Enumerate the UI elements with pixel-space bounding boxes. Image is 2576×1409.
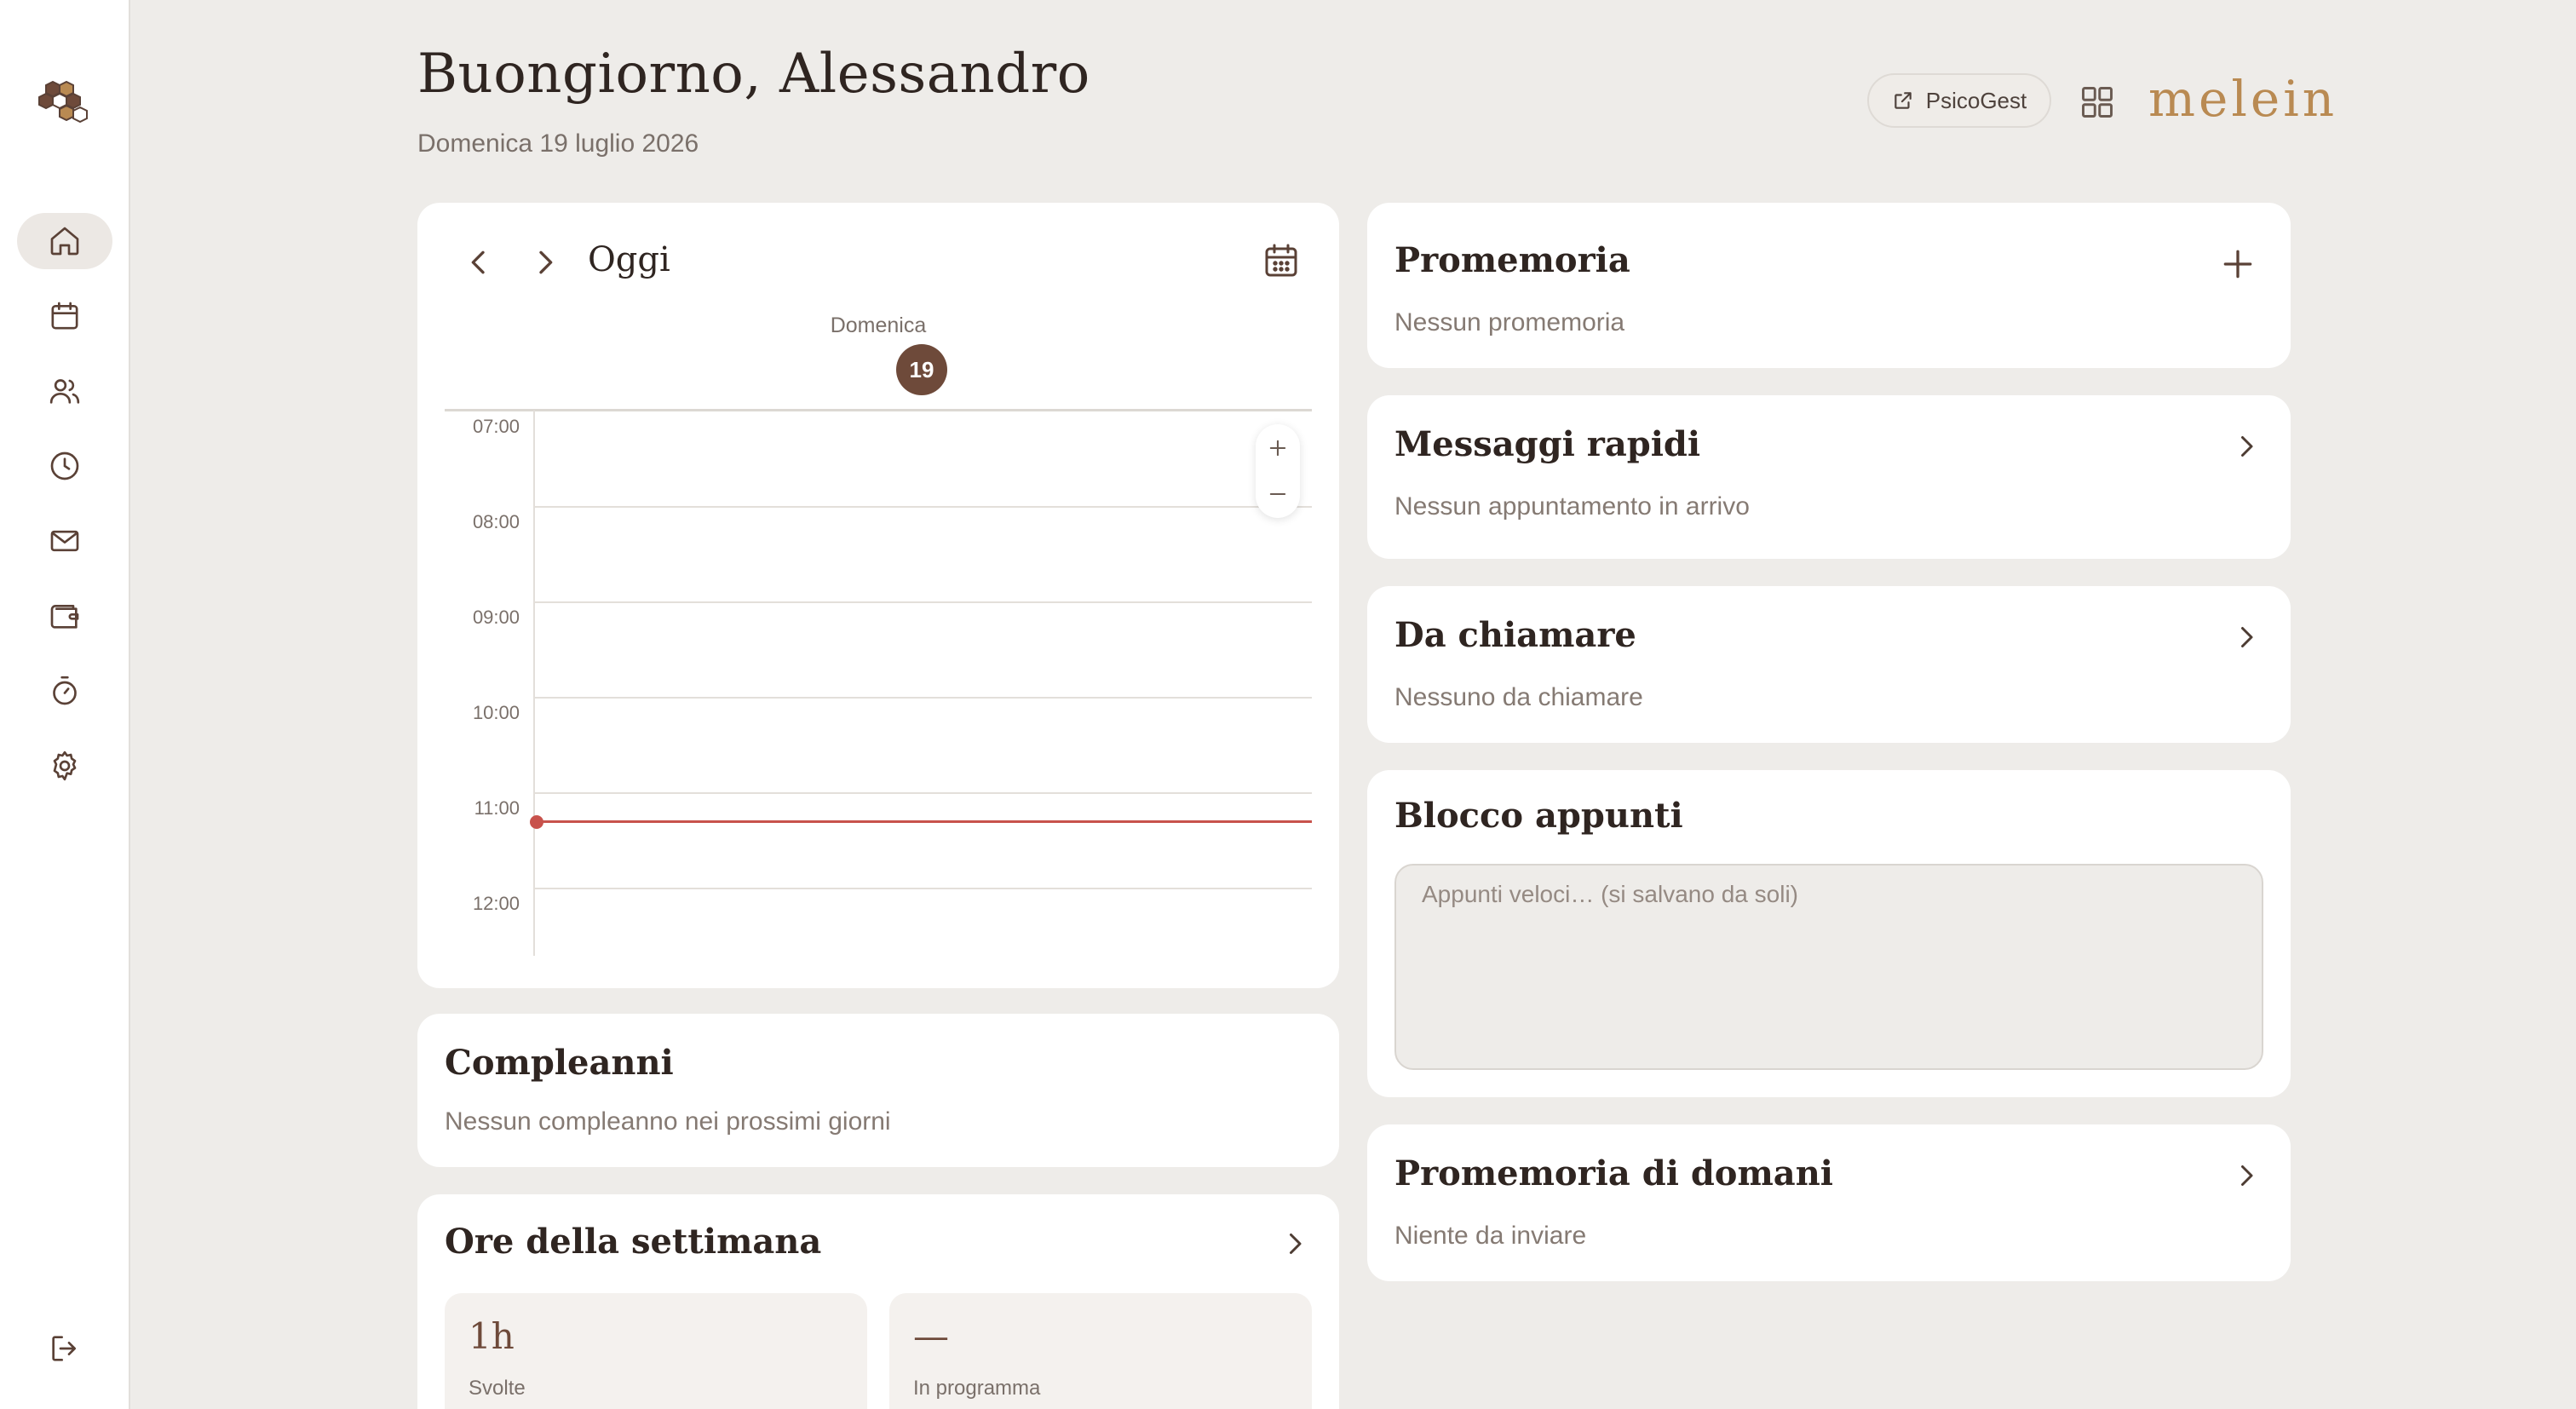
hour-gridline [533, 601, 1312, 603]
stat-scheduled: — In programma [889, 1293, 1312, 1409]
notepad-title: Blocco appunti [1394, 796, 1683, 836]
logout-button[interactable] [17, 1320, 112, 1377]
plus-icon [1269, 440, 1286, 457]
notepad-textarea[interactable] [1394, 864, 2263, 1070]
gear-icon [53, 751, 77, 781]
chevron-right-icon[interactable] [1279, 1228, 1310, 1259]
external-link-icon [1895, 92, 1912, 109]
sidebar-item-messages[interactable] [17, 513, 112, 569]
birthdays-title: Compleanni [445, 1043, 674, 1083]
timer-icon [53, 676, 77, 705]
sidebar-item-calendar[interactable] [17, 288, 112, 344]
to-call-title: Da chiamare [1394, 615, 1636, 655]
clock-icon [50, 451, 79, 480]
today-button[interactable]: Oggi [588, 240, 670, 279]
hour-label: 07:00 [472, 416, 520, 437]
week-hours-title: Ore della settimana [445, 1222, 822, 1262]
sidebar-item-hours[interactable] [17, 438, 112, 494]
stat-completed: 1h Svolte [445, 1293, 867, 1409]
stat-value: 1h [469, 1315, 515, 1357]
week-hours-card[interactable]: Ore della settimana 1h Svolte — In progr… [417, 1194, 1339, 1409]
zoom-control [1256, 424, 1300, 518]
hour-gridline [533, 506, 1312, 508]
chevron-right-icon[interactable] [2231, 431, 2262, 462]
day-calendar-card: Oggi Domenica 19 07:00 08:00 09:00 10:00… [417, 203, 1339, 988]
sidebar-item-timer[interactable] [17, 663, 112, 719]
logout-icon [52, 1336, 76, 1361]
minus-icon [1269, 492, 1286, 496]
reminders-title: Promemoria [1394, 240, 1630, 280]
stat-value: — [913, 1315, 949, 1357]
mail-icon [50, 530, 79, 552]
quick-messages-title: Messaggi rapidi [1394, 424, 1701, 464]
stat-label: Svolte [469, 1377, 526, 1400]
time-axis-divider [533, 411, 535, 956]
zoom-in-button[interactable] [1256, 426, 1300, 470]
wallet-icon [50, 605, 79, 629]
chevron-left-icon[interactable] [462, 245, 496, 279]
calendar-header-divider [445, 409, 1312, 411]
home-icon [50, 227, 79, 256]
sidebar-item-settings[interactable] [17, 738, 112, 794]
current-date: Domenica 19 luglio 2026 [417, 129, 699, 158]
hour-label: 10:00 [472, 702, 520, 723]
day-name: Domenica [830, 313, 927, 337]
current-time-line [537, 820, 1312, 823]
sidebar-item-home[interactable] [17, 213, 112, 269]
reminders-card: Promemoria Nessun promemoria [1367, 203, 2291, 368]
zoom-out-button[interactable] [1256, 472, 1300, 516]
tomorrow-reminders-empty-text: Niente da inviare [1394, 1222, 1587, 1250]
chevron-right-icon[interactable] [2231, 1160, 2262, 1191]
tomorrow-reminders-title: Promemoria di domani [1394, 1153, 1833, 1193]
reminders-empty-text: Nessun promemoria [1394, 308, 1625, 336]
page-title: Buongiorno, Alessandro [417, 43, 1090, 106]
hour-gridline [533, 888, 1312, 889]
sidebar [0, 0, 130, 1409]
psicogest-label: PsicoGest [1925, 87, 2027, 113]
notepad-card: Blocco appunti [1367, 770, 2291, 1097]
hour-label: 09:00 [472, 607, 520, 628]
hour-label: 08:00 [472, 511, 520, 532]
to-call-empty-text: Nessuno da chiamare [1394, 683, 1643, 711]
brand-logo: melein [2148, 70, 2338, 128]
tomorrow-reminders-card[interactable]: Promemoria di domani Niente da inviare [1367, 1124, 2291, 1281]
chevron-right-icon[interactable] [528, 245, 562, 279]
calendar-icon [51, 302, 78, 330]
users-icon [49, 379, 80, 404]
app-logo-icon[interactable] [34, 78, 90, 126]
hour-gridline [533, 697, 1312, 699]
stat-label: In programma [913, 1377, 1041, 1400]
to-call-card[interactable]: Da chiamare Nessuno da chiamare [1367, 586, 2291, 743]
hour-label: 11:00 [474, 797, 520, 819]
quick-messages-card[interactable]: Messaggi rapidi Nessun appuntamento in a… [1367, 395, 2291, 559]
sidebar-item-payments[interactable] [17, 588, 112, 644]
chevron-right-icon[interactable] [2231, 622, 2262, 653]
birthdays-card: Compleanni Nessun compleanno nei prossim… [417, 1014, 1339, 1167]
current-time-dot [530, 815, 543, 829]
hour-label: 12:00 [472, 893, 520, 914]
add-reminder-icon[interactable] [2219, 245, 2257, 283]
day-number-badge[interactable]: 19 [896, 344, 947, 395]
hour-gridline [533, 792, 1312, 794]
quick-messages-empty-text: Nessun appuntamento in arrivo [1394, 492, 1750, 520]
psicogest-link-button[interactable]: PsicoGest [1867, 73, 2051, 128]
sidebar-item-patients[interactable] [17, 363, 112, 419]
birthdays-empty-text: Nessun compleanno nei prossimi giorni [445, 1107, 891, 1136]
calendar-picker-icon[interactable] [1261, 240, 1302, 281]
apps-grid-icon[interactable] [2079, 83, 2116, 121]
